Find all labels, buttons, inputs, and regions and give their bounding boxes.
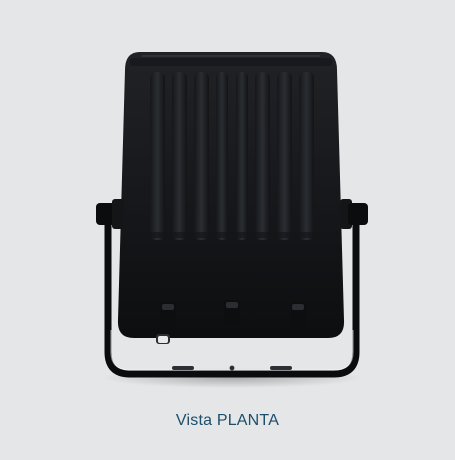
floodlight-back-view-icon (96, 52, 368, 388)
bracket-slot (172, 366, 194, 370)
cable-outlet (156, 334, 170, 344)
product-image (0, 0, 455, 400)
side-knob-left (96, 199, 124, 229)
image-caption: Vista PLANTA (175, 412, 280, 429)
side-knob-right (340, 199, 368, 229)
bracket-hole (229, 365, 235, 371)
bracket-slot (270, 366, 292, 370)
